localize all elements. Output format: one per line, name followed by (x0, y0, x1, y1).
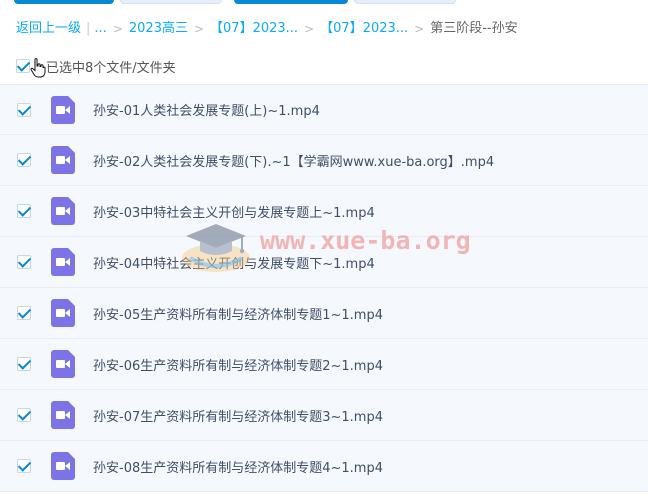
file-checkbox[interactable] (17, 306, 31, 320)
toolbar-button-secondary-2[interactable] (354, 0, 456, 4)
breadcrumb-item[interactable]: 【07】2023... (210, 19, 298, 39)
breadcrumb-item[interactable]: 2023高三 (129, 19, 188, 39)
file-checkbox[interactable] (17, 408, 31, 422)
back-link[interactable]: 返回上一级 (16, 19, 81, 39)
breadcrumb-divider: | (86, 21, 91, 36)
file-row[interactable]: 孙安-06生产资料所有制与经济体制专题2~1.mp4 (0, 339, 648, 390)
chevron-right-icon: > (304, 22, 315, 36)
chevron-right-icon: > (112, 22, 123, 36)
selection-summary: 已选中8个文件/文件夹 (46, 60, 176, 76)
file-name[interactable]: 孙安-04中特社会主义开创与发展专题下~1.mp4 (93, 253, 375, 272)
file-checkbox[interactable] (17, 459, 31, 473)
file-row[interactable]: 孙安-03中特社会主义开创与发展专题上~1.mp4 (0, 186, 648, 237)
file-row[interactable]: 孙安-01人类社会发展专题(上)~1.mp4 (0, 84, 648, 135)
hand-cursor-icon (30, 58, 46, 78)
file-list: 孙安-01人类社会发展专题(上)~1.mp4 孙安-02人类社会发展专题(下).… (0, 84, 648, 492)
selection-bar: 已选中8个文件/文件夹 (16, 55, 636, 78)
file-row[interactable]: 孙安-04中特社会主义开创与发展专题下~1.mp4 (0, 237, 648, 288)
file-row[interactable]: 孙安-07生产资料所有制与经济体制专题3~1.mp4 (0, 390, 648, 441)
video-file-icon (51, 146, 75, 174)
file-checkbox[interactable] (17, 255, 31, 269)
file-name[interactable]: 孙安-07生产资料所有制与经济体制专题3~1.mp4 (93, 406, 383, 425)
video-file-icon (51, 350, 75, 378)
top-toolbar-edge (0, 0, 648, 6)
video-file-icon (51, 401, 75, 429)
file-checkbox[interactable] (17, 357, 31, 371)
breadcrumb-item[interactable]: 【07】2023... (320, 19, 408, 39)
select-all-checkbox[interactable] (16, 59, 30, 73)
toolbar-button-secondary[interactable] (120, 0, 222, 4)
chevron-right-icon: > (193, 22, 205, 36)
file-name[interactable]: 孙安-05生产资料所有制与经济体制专题1~1.mp4 (93, 304, 383, 323)
file-row[interactable]: 孙安-02人类社会发展专题(下).~1【学霸网www.xue-ba.org】.m… (0, 135, 648, 186)
chevron-right-icon: > (414, 22, 425, 36)
breadcrumb-ellipsis[interactable]: ... (94, 19, 106, 39)
file-name[interactable]: 孙安-06生产资料所有制与经济体制专题2~1.mp4 (93, 355, 383, 374)
breadcrumb: 返回上一级 | ... > 2023高三 > 【07】2023... > 【07… (16, 19, 636, 39)
file-row[interactable]: 孙安-08生产资料所有制与经济体制专题4~1.mp4 (0, 441, 648, 492)
video-file-icon (51, 452, 75, 480)
video-file-icon (51, 197, 75, 225)
video-file-icon (51, 299, 75, 327)
video-file-icon (51, 95, 75, 124)
file-checkbox[interactable] (17, 102, 31, 117)
file-name[interactable]: 孙安-03中特社会主义开创与发展专题上~1.mp4 (93, 202, 375, 221)
breadcrumb-current: 第三阶段--孙安 (430, 21, 518, 36)
toolbar-button-primary[interactable] (14, 0, 114, 4)
toolbar-button-primary-2[interactable] (234, 0, 348, 4)
file-name[interactable]: 孙安-02人类社会发展专题(下).~1【学霸网www.xue-ba.org】.m… (93, 151, 494, 170)
file-name[interactable]: 孙安-08生产资料所有制与经济体制专题4~1.mp4 (93, 457, 383, 476)
file-row[interactable]: 孙安-05生产资料所有制与经济体制专题1~1.mp4 (0, 288, 648, 339)
file-checkbox[interactable] (17, 204, 31, 218)
file-checkbox[interactable] (17, 153, 31, 167)
file-name[interactable]: 孙安-01人类社会发展专题(上)~1.mp4 (93, 100, 320, 119)
video-file-icon (51, 248, 75, 276)
